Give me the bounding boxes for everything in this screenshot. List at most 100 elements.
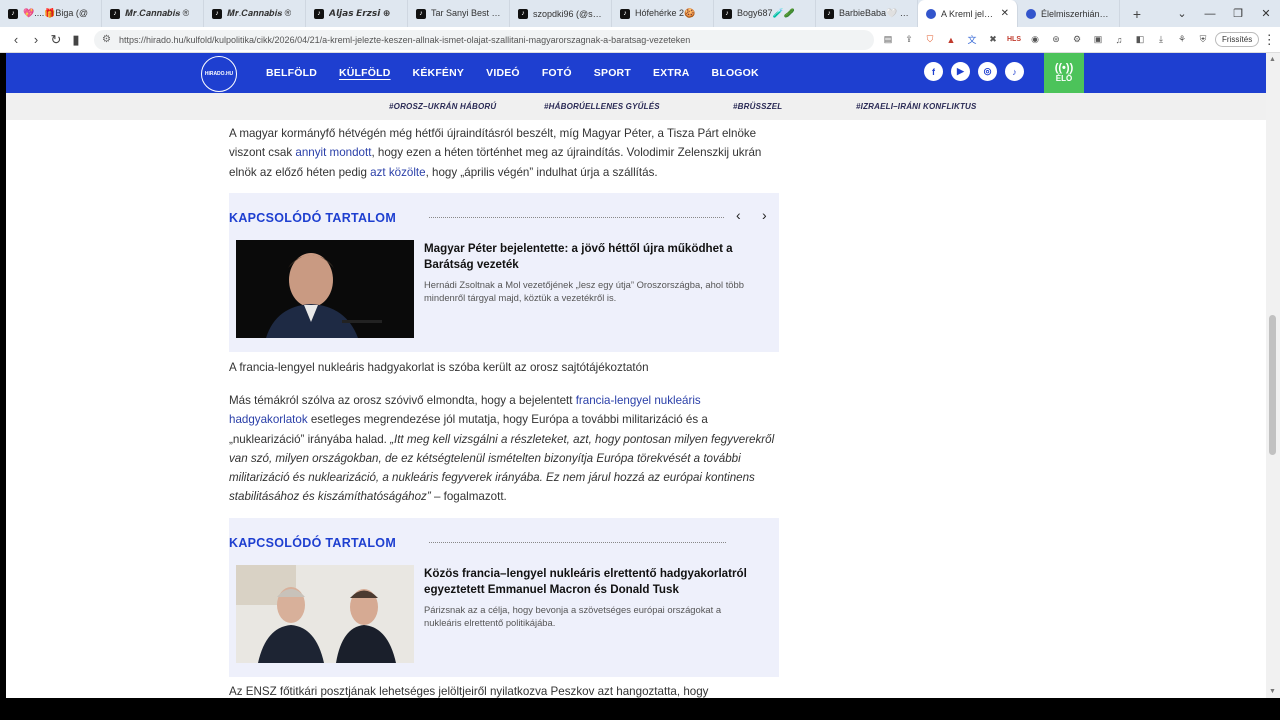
scrollbar-thumb[interactable] xyxy=(1269,315,1276,455)
share-icon[interactable]: ⇪ xyxy=(903,34,915,46)
youtube-icon[interactable]: ▶ xyxy=(951,62,970,81)
tiktok-icon: ♪ xyxy=(416,8,426,19)
refresh-pill-button[interactable]: Frissítés xyxy=(1215,32,1260,47)
inline-link[interactable]: azt közölte xyxy=(370,166,425,179)
heading-divider xyxy=(429,542,726,543)
media-icon[interactable]: ♫ xyxy=(1113,34,1125,46)
tag-link[interactable]: #IZRAELI–IRÁNI KONFLIKTUS xyxy=(856,102,977,111)
forward-button[interactable]: › xyxy=(26,32,46,47)
browser-tab[interactable]: ♪ Hófehérke 2🍪 xyxy=(612,0,714,27)
tiktok-icon: ♪ xyxy=(314,8,324,19)
social-links: f ▶ ◎ ♪ xyxy=(924,62,1024,81)
site-info-icon[interactable]: ⚙ xyxy=(102,34,111,45)
hirado-icon xyxy=(1026,8,1036,19)
broadcast-icon: ((•)) xyxy=(1054,62,1074,74)
close-tab-icon[interactable]: ✕ xyxy=(1001,8,1009,19)
tiktok-icon: ♪ xyxy=(518,8,528,19)
browser-tab[interactable]: ♪ szopdki96 (@szop xyxy=(510,0,612,27)
puzzle-icon[interactable]: ⚘ xyxy=(1176,34,1188,46)
browser-tab[interactable]: ♪ Tar Sanyi Best 🎁 k xyxy=(408,0,510,27)
reload-button[interactable]: ↻ xyxy=(46,32,66,48)
new-tab-button[interactable]: + xyxy=(1126,6,1148,22)
tiktok-icon: ♪ xyxy=(8,8,18,19)
url-field[interactable]: ⚙ https://hirado.hu/kulfold/kulpolitika/… xyxy=(94,29,874,50)
address-toolbar: ‹ › ↻ ▮ ⚙ https://hirado.hu/kulfold/kulp… xyxy=(0,27,1280,53)
menu-icon[interactable]: ⋮ xyxy=(1259,32,1279,48)
tab-title: Hófehérke 2🍪 xyxy=(635,8,696,18)
extension-x-icon[interactable]: ✖ xyxy=(987,34,999,46)
sidebar-icon[interactable]: ◧ xyxy=(1134,34,1146,46)
related-title[interactable]: Közös francia–lengyel nukleáris elretten… xyxy=(424,566,759,598)
close-window-button[interactable]: ✕ xyxy=(1252,7,1280,20)
related-image[interactable] xyxy=(236,565,414,663)
back-button[interactable]: ‹ xyxy=(6,32,26,47)
browser-tab[interactable]: ♪ BarbieBaba🤍 (@ xyxy=(816,0,918,27)
hls-icon[interactable]: HLS xyxy=(1007,34,1021,46)
inline-link[interactable]: annyit mondott xyxy=(295,146,371,159)
browser-tab[interactable]: A Kreml jelezte ✕ xyxy=(918,0,1018,27)
scroll-up-icon[interactable]: ▲ xyxy=(1269,56,1276,63)
tab-title: BarbieBaba🤍 (@ xyxy=(839,8,909,18)
tab-title: A Kreml jelezte xyxy=(941,8,996,19)
menu-item[interactable]: VIDEÓ xyxy=(486,67,520,79)
tab-title: Bogy687🧪🥒 xyxy=(737,8,795,18)
tiktok-icon: ♪ xyxy=(722,8,732,19)
tab-title: 𝑴𝒓.𝑪𝒂𝒏𝒏𝒂𝒃𝒊𝒔 ® xyxy=(125,8,190,18)
tab-search-icon[interactable]: ⌄ xyxy=(1168,7,1196,20)
bookmark-icon[interactable]: ▮ xyxy=(66,32,86,48)
menu-item[interactable]: KÉKFÉNY xyxy=(413,67,465,79)
menu-item[interactable]: EXTRA xyxy=(653,67,690,79)
translate-icon[interactable]: 文 xyxy=(966,34,978,46)
brave-shield-icon[interactable]: ⛉ xyxy=(924,34,936,46)
browser-tab[interactable]: ♪ Bogy687🧪🥒 xyxy=(714,0,816,27)
tab-title: 𝘼𝙡𝙟𝙖𝙨 𝙀𝙧𝙯𝙨𝙞 ⊕ xyxy=(329,8,391,18)
menu-item[interactable]: SPORT xyxy=(594,67,631,79)
related-lead: Hernádi Zsoltnak a Mol vezetőjének „lesz… xyxy=(424,279,744,303)
live-button[interactable]: ((•)) ÉLŐ xyxy=(1044,53,1084,93)
restore-button[interactable]: ❐ xyxy=(1224,7,1252,20)
chevron-right-icon[interactable]: › xyxy=(762,207,767,223)
browser-tab[interactable]: ♪ 𝑴𝒓.𝑪𝒂𝒏𝒏𝒂𝒃𝒊𝒔 ® xyxy=(102,0,204,27)
related-heading: KAPCSOLÓDÓ TARTALOM xyxy=(229,536,397,550)
related-image[interactable] xyxy=(236,240,414,338)
page-viewport: HIRADO.HU BELFÖLD KÜLFÖLD KÉKFÉNY VIDEÓ FOTÓ… xyxy=(6,53,1266,698)
browser-tab[interactable]: Élelmiszerhiány és xyxy=(1018,0,1120,27)
instagram-icon[interactable]: ◎ xyxy=(978,62,997,81)
extension-s-icon[interactable]: ⊛ xyxy=(1050,34,1062,46)
rewards-icon[interactable]: ▲ xyxy=(945,34,957,46)
tag-link[interactable]: #HÁBORÚELLENES GYŰLÉS xyxy=(544,102,660,111)
main-menu: BELFÖLD KÜLFÖLD KÉKFÉNY VIDEÓ FOTÓ SPORT EXTRA… xyxy=(266,53,781,93)
browser-tab-bar: ♪ 💖....🎁Biga (@ ♪ 𝑴𝒓.𝑪𝒂𝒏𝒏𝒂𝒃𝒊𝒔 ® ♪ 𝑴𝒓.𝑪𝒂𝒏𝒏𝒂𝒃𝒊𝒔… xyxy=(0,0,1280,27)
scroll-down-icon[interactable]: ▼ xyxy=(1269,688,1276,695)
downloads-icon[interactable]: ⤓ xyxy=(1155,34,1167,46)
related-heading: KAPCSOLÓDÓ TARTALOM xyxy=(229,211,397,225)
menu-item[interactable]: BLOGOK xyxy=(712,67,759,79)
menu-item[interactable]: BELFÖLD xyxy=(266,67,317,79)
browser-tab[interactable]: ♪ 𝘼𝙡𝙟𝙖𝙨 𝙀𝙧𝙯𝙨𝙞 ⊕ xyxy=(306,0,408,27)
related-lead: Párizsnak az a célja, hogy bevonja a szö… xyxy=(424,604,722,628)
related-title[interactable]: Magyar Péter bejelentette: a jövő héttől… xyxy=(424,241,759,273)
tag-link[interactable]: #BRÜSSZEL xyxy=(733,102,782,111)
minimize-button[interactable]: — xyxy=(1196,8,1224,20)
browser-tab[interactable]: ♪ 𝑴𝒓.𝑪𝒂𝒏𝒏𝒂𝒃𝒊𝒔 ® xyxy=(204,0,306,27)
site-logo[interactable]: HIRADO.HU xyxy=(201,56,237,92)
vertical-scrollbar[interactable]: ▲ ▼ xyxy=(1266,53,1280,698)
facebook-icon[interactable]: f xyxy=(924,62,943,81)
browser-tab[interactable]: ♪ 💖....🎁Biga (@ xyxy=(0,0,102,27)
tiktok-icon: ♪ xyxy=(824,8,834,19)
reader-icon[interactable]: ▤ xyxy=(882,34,894,46)
tab-title: 𝑴𝒓.𝑪𝒂𝒏𝒏𝒂𝒃𝒊𝒔 ® xyxy=(227,8,292,18)
extension-circle-icon[interactable]: ◉ xyxy=(1029,34,1041,46)
vpn-shield-icon[interactable]: ⛨ xyxy=(1197,34,1209,46)
chevron-left-icon[interactable]: ‹ xyxy=(736,207,741,223)
tiktok-icon: ♪ xyxy=(212,8,222,19)
related-content-box[interactable]: KAPCSOLÓDÓ TARTALOM ‹ › Magyar Péter bej… xyxy=(229,193,779,352)
related-content-box[interactable]: KAPCSOLÓDÓ TARTALOM Közös francia–lengye… xyxy=(229,518,779,677)
menu-item[interactable]: FOTÓ xyxy=(542,67,572,79)
extension-gear-icon[interactable]: ⚙ xyxy=(1071,34,1083,46)
menu-item[interactable]: KÜLFÖLD xyxy=(339,67,391,79)
tiktok-icon[interactable]: ♪ xyxy=(1005,62,1024,81)
extension-box-icon[interactable]: ▣ xyxy=(1092,34,1104,46)
hirado-icon xyxy=(926,8,936,19)
tag-link[interactable]: #OROSZ–UKRÁN HÁBORÚ xyxy=(389,102,496,111)
